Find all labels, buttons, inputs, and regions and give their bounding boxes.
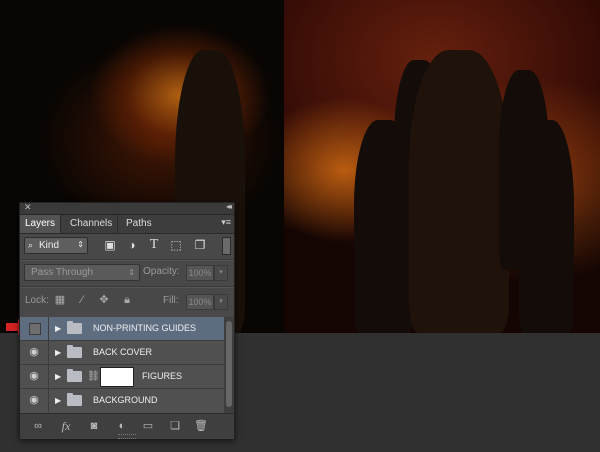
layers-list: ▶ NON-PRINTING GUIDES ◉ ▶ BACK COVER ◉ ▶… [20,317,224,413]
divider [20,286,234,288]
filter-kind-label: Kind [39,240,60,251]
add-mask-icon[interactable]: ◙ [86,418,102,434]
close-icon[interactable]: ✕ [24,202,32,213]
stepper-icon: ⇕ [128,268,135,277]
panel-tabs: Layers Channels Paths ▾≡ [20,215,234,234]
lock-transparent-icon[interactable]: ▦ [53,293,67,307]
resize-grip[interactable] [118,434,136,439]
type-filter-icon[interactable]: T [146,237,162,253]
tab-channels[interactable]: Channels [65,215,119,233]
folder-icon [67,393,82,406]
visibility-toggle-hidden[interactable] [20,317,49,340]
front-cover-artwork [284,0,600,333]
layer-name: FIGURES [142,371,183,381]
lock-all-icon[interactable]: 🔒︎ [120,293,134,307]
collapse-icon[interactable]: ◂◂ [226,202,232,211]
layer-name: BACK COVER [93,347,153,357]
trash-icon[interactable]: 🗑︎ [193,418,209,434]
layer-row-back-cover[interactable]: ◉ ▶ BACK COVER [20,341,224,365]
panel-menu-icon[interactable]: ▾≡ [221,217,231,228]
tab-layers[interactable]: Layers [20,215,62,233]
opacity-dropdown-icon[interactable]: ▾ [214,265,228,281]
adjustment-layer-icon[interactable]: ◐ [114,418,130,434]
layers-scrollbar[interactable] [224,317,234,413]
layer-name: BACKGROUND [93,395,158,405]
link-layers-icon[interactable]: ∞ [30,418,46,434]
layer-name: NON-PRINTING GUIDES [93,323,197,333]
expand-triangle-icon[interactable]: ▶ [55,389,61,412]
lock-label: Lock: [25,295,49,306]
eye-icon[interactable]: ◉ [20,389,49,412]
new-group-icon[interactable]: ▭ [140,418,156,434]
eye-icon[interactable]: ◉ [20,341,49,364]
eye-icon[interactable]: ◉ [20,365,49,388]
search-icon: ⌕ [28,240,34,250]
filter-kind-select[interactable]: ⌕ Kind ⇕ [24,237,88,254]
fill-dropdown-icon[interactable]: ▾ [214,294,228,310]
opacity-label: Opacity: [143,266,180,277]
blend-mode-value: Pass Through [31,267,94,278]
tab-paths[interactable]: Paths [121,215,157,233]
folder-icon [67,345,82,358]
panel-titlebar[interactable]: ✕ ◂◂ [20,202,234,215]
stepper-icon: ⇕ [77,240,84,249]
lock-position-icon[interactable]: ✥ [97,293,111,307]
mask-link-icon[interactable]: ⛓ [87,365,100,388]
layer-row-figures[interactable]: ◉ ▶ ⛓ FIGURES [20,365,224,389]
fill-label: Fill: [163,295,179,306]
scrollbar-thumb[interactable] [226,321,232,407]
divider [20,259,234,261]
expand-triangle-icon[interactable]: ▶ [55,365,61,388]
layer-mask-thumbnail[interactable] [100,367,134,387]
fx-icon[interactable]: fx [58,418,74,434]
expand-triangle-icon[interactable]: ▶ [55,341,61,364]
expand-triangle-icon[interactable]: ▶ [55,317,61,340]
filter-toggle[interactable] [222,237,231,255]
figure-man-center [409,50,509,333]
adjustment-filter-icon[interactable]: ◑ [124,237,140,253]
layer-row-non-printing-guides[interactable]: ▶ NON-PRINTING GUIDES [20,317,224,341]
layer-row-background[interactable]: ◉ ▶ BACKGROUND [20,389,224,412]
image-filter-icon[interactable]: ▣ [102,237,118,253]
figure-woman-right [519,120,574,333]
folder-icon [67,369,82,382]
blend-mode-select[interactable]: Pass Through ⇕ [24,264,140,281]
smart-object-filter-icon[interactable]: ❐ [192,237,208,253]
layers-panel: ✕ ◂◂ Layers Channels Paths ▾≡ ⌕ Kind ⇕ ▣… [19,202,235,439]
folder-icon [67,321,82,334]
panel-footer: ∞ fx ◙ ◐ ▭ ❏ 🗑︎ [20,413,234,439]
opacity-field[interactable]: 100% [186,265,214,281]
lock-paint-icon[interactable]: ⁄ [75,293,89,307]
fill-field[interactable]: 100% [186,294,214,310]
new-layer-icon[interactable]: ❏ [167,418,183,434]
shape-filter-icon[interactable]: ⬚ [168,237,184,253]
